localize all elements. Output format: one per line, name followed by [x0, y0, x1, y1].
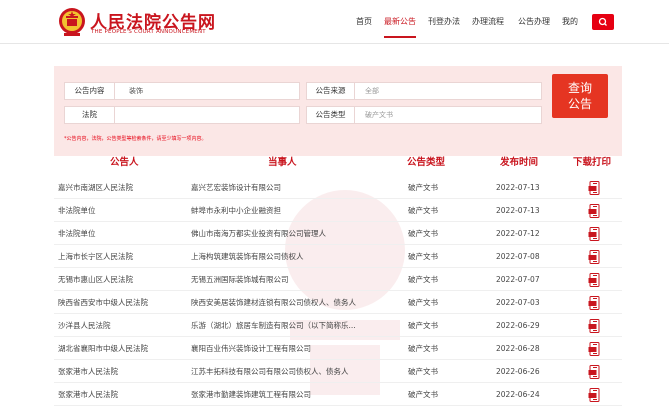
site-logo[interactable]: 人民法院公告网 THE PEOPLE'S COURT ANNOUNCEMENT: [58, 7, 218, 39]
search-hint: *公告内容，法院，公告类型等检索条件，请至少填写一项内容。: [64, 136, 207, 142]
pdf-download-icon[interactable]: [588, 204, 600, 218]
date-cell: 2022-07-03: [496, 298, 540, 307]
date-cell: 2022-07-13: [496, 206, 540, 215]
national-emblem-icon: [59, 8, 85, 36]
source-select[interactable]: 公告来源 全部: [306, 82, 542, 100]
table-header: 公告人 当事人 公告类型 发布时间 下载打印: [54, 152, 622, 174]
type-cell: 破产文书: [408, 252, 438, 261]
nav-mine[interactable]: 我的: [562, 0, 578, 44]
table-row[interactable]: 嘉兴市南湖区人民法院 嘉兴艺宏装饰设计有限公司 破产文书 2022-07-13: [54, 177, 622, 199]
nav-home[interactable]: 首页: [356, 0, 372, 44]
source-label: 公告来源: [307, 83, 355, 99]
table-row[interactable]: 非法院单位 佛山市南海万都实业投资有限公司管理人 破产文书 2022-07-12: [54, 223, 622, 245]
announcer-cell: 嘉兴市南湖区人民法院: [58, 183, 133, 192]
announcer-cell: 无锡市惠山区人民法院: [58, 275, 133, 284]
header-date: 发布时间: [500, 157, 539, 168]
logo-subtitle: THE PEOPLE'S COURT ANNOUNCEMENT: [91, 29, 206, 35]
type-cell: 破产文书: [408, 206, 438, 215]
announcer-cell: 陕西省西安市中级人民法院: [58, 298, 148, 307]
table-row[interactable]: 湖北省襄阳市中级人民法院 襄阳百业伟兴装饰设计工程有限公司 破产文书 2022-06-…: [54, 338, 622, 360]
type-cell: 破产文书: [408, 344, 438, 353]
date-cell: 2022-06-28: [496, 344, 540, 353]
announcer-cell: 张家港市人民法院: [58, 367, 118, 376]
site-header: 人民法院公告网 THE PEOPLE'S COURT ANNOUNCEMENT …: [0, 0, 669, 44]
header-announcer: 公告人: [110, 157, 139, 168]
table-row[interactable]: 陕西省西安市中级人民法院 陕西安美居装饰建材连锁有限公司债权人、债务人 破产文书 20…: [54, 292, 622, 314]
query-button[interactable]: 查询 公告: [552, 74, 608, 118]
query-label-1: 查询: [567, 81, 592, 95]
pdf-download-icon[interactable]: [588, 273, 600, 287]
nav-latest[interactable]: 最新公告: [384, 0, 416, 44]
party-cell[interactable]: 无锡五洲国际装饰城有限公司: [191, 269, 289, 291]
date-cell: 2022-06-29: [496, 321, 540, 330]
type-value: 破产文书: [365, 111, 393, 119]
type-select[interactable]: 公告类型 破产文书: [306, 106, 542, 124]
pdf-download-icon[interactable]: [588, 250, 600, 264]
type-label: 公告类型: [307, 107, 355, 123]
court-field[interactable]: 法院: [64, 106, 300, 124]
party-cell[interactable]: 乐游（湖北）旅居车制造有限公司（以下简称乐...: [191, 315, 356, 337]
pdf-download-icon[interactable]: [588, 181, 600, 195]
date-cell: 2022-07-12: [496, 229, 540, 238]
party-cell[interactable]: 襄阳百业伟兴装饰设计工程有限公司: [191, 338, 311, 360]
nav-process[interactable]: 办理流程: [472, 0, 504, 44]
query-label-2: 公告: [567, 97, 592, 111]
date-cell: 2022-07-08: [496, 252, 540, 261]
content-label: 公告内容: [65, 83, 115, 99]
pdf-download-icon[interactable]: [588, 319, 600, 333]
pdf-download-icon[interactable]: [588, 227, 600, 241]
party-cell[interactable]: 蚌埠市永利中小企业融资担: [191, 200, 281, 222]
date-cell: 2022-07-13: [496, 183, 540, 192]
party-cell[interactable]: 江苏丰拓科技有限公司有限公司债权人、债务人: [191, 361, 349, 383]
date-cell: 2022-06-26: [496, 367, 540, 376]
announcer-cell: 湖北省襄阳市中级人民法院: [58, 344, 148, 353]
header-download: 下载打印: [573, 157, 612, 168]
party-cell[interactable]: 陕西安美居装饰建材连锁有限公司债权人、债务人: [191, 292, 356, 314]
announcer-cell: 张家港市人民法院: [58, 390, 118, 399]
court-label: 法院: [65, 107, 115, 123]
nav-handle[interactable]: 公告办理: [518, 0, 550, 44]
type-cell: 破产文书: [408, 367, 438, 376]
party-cell[interactable]: 嘉兴艺宏装饰设计有限公司: [191, 177, 281, 199]
party-cell[interactable]: 佛山市南海万都实业投资有限公司管理人: [191, 223, 326, 245]
announcer-cell: 沙洋县人民法院: [58, 321, 111, 330]
source-value: 全部: [365, 87, 379, 95]
announcer-cell: 非法院单位: [58, 206, 96, 215]
announcer-cell: 上海市长宁区人民法院: [58, 252, 133, 261]
content-field[interactable]: 公告内容 装饰: [64, 82, 300, 100]
type-cell: 破产文书: [408, 275, 438, 284]
pdf-download-icon[interactable]: [588, 365, 600, 379]
header-search-button[interactable]: [592, 14, 614, 30]
type-cell: 破产文书: [408, 321, 438, 330]
pdf-download-icon[interactable]: [588, 342, 600, 356]
table-row[interactable]: 沙洋县人民法院 乐游（湖北）旅居车制造有限公司（以下简称乐... 破产文书 2022-…: [54, 315, 622, 337]
table-row[interactable]: 无锡市惠山区人民法院 无锡五洲国际装饰城有限公司 破产文书 2022-07-07: [54, 269, 622, 291]
party-cell[interactable]: 上海构筑建筑装饰有限公司债权人: [191, 246, 304, 268]
type-cell: 破产文书: [408, 390, 438, 399]
type-cell: 破产文书: [408, 183, 438, 192]
header-party: 当事人: [268, 157, 297, 168]
date-cell: 2022-07-07: [496, 275, 540, 284]
date-cell: 2022-06-24: [496, 390, 540, 399]
table-row[interactable]: 张家港市人民法院 张家港市勤建装饰建筑工程有限公司 破产文书 2022-06-24: [54, 384, 622, 406]
party-cell[interactable]: 张家港市勤建装饰建筑工程有限公司: [191, 384, 311, 406]
content-value: 装饰: [129, 87, 143, 95]
search-icon: [598, 17, 607, 26]
pdf-download-icon[interactable]: [588, 296, 600, 310]
header-type: 公告类型: [407, 157, 446, 168]
pdf-download-icon[interactable]: [588, 388, 600, 402]
table-row[interactable]: 非法院单位 蚌埠市永利中小企业融资担 破产文书 2022-07-13: [54, 200, 622, 222]
type-cell: 破产文书: [408, 298, 438, 307]
type-cell: 破产文书: [408, 229, 438, 238]
nav-publish-method[interactable]: 刊登办法: [428, 0, 460, 44]
table-row[interactable]: 张家港市人民法院 江苏丰拓科技有限公司有限公司债权人、债务人 破产文书 2022-06…: [54, 361, 622, 383]
announcer-cell: 非法院单位: [58, 229, 96, 238]
table-row[interactable]: 上海市长宁区人民法院 上海构筑建筑装饰有限公司债权人 破产文书 2022-07-08: [54, 246, 622, 268]
